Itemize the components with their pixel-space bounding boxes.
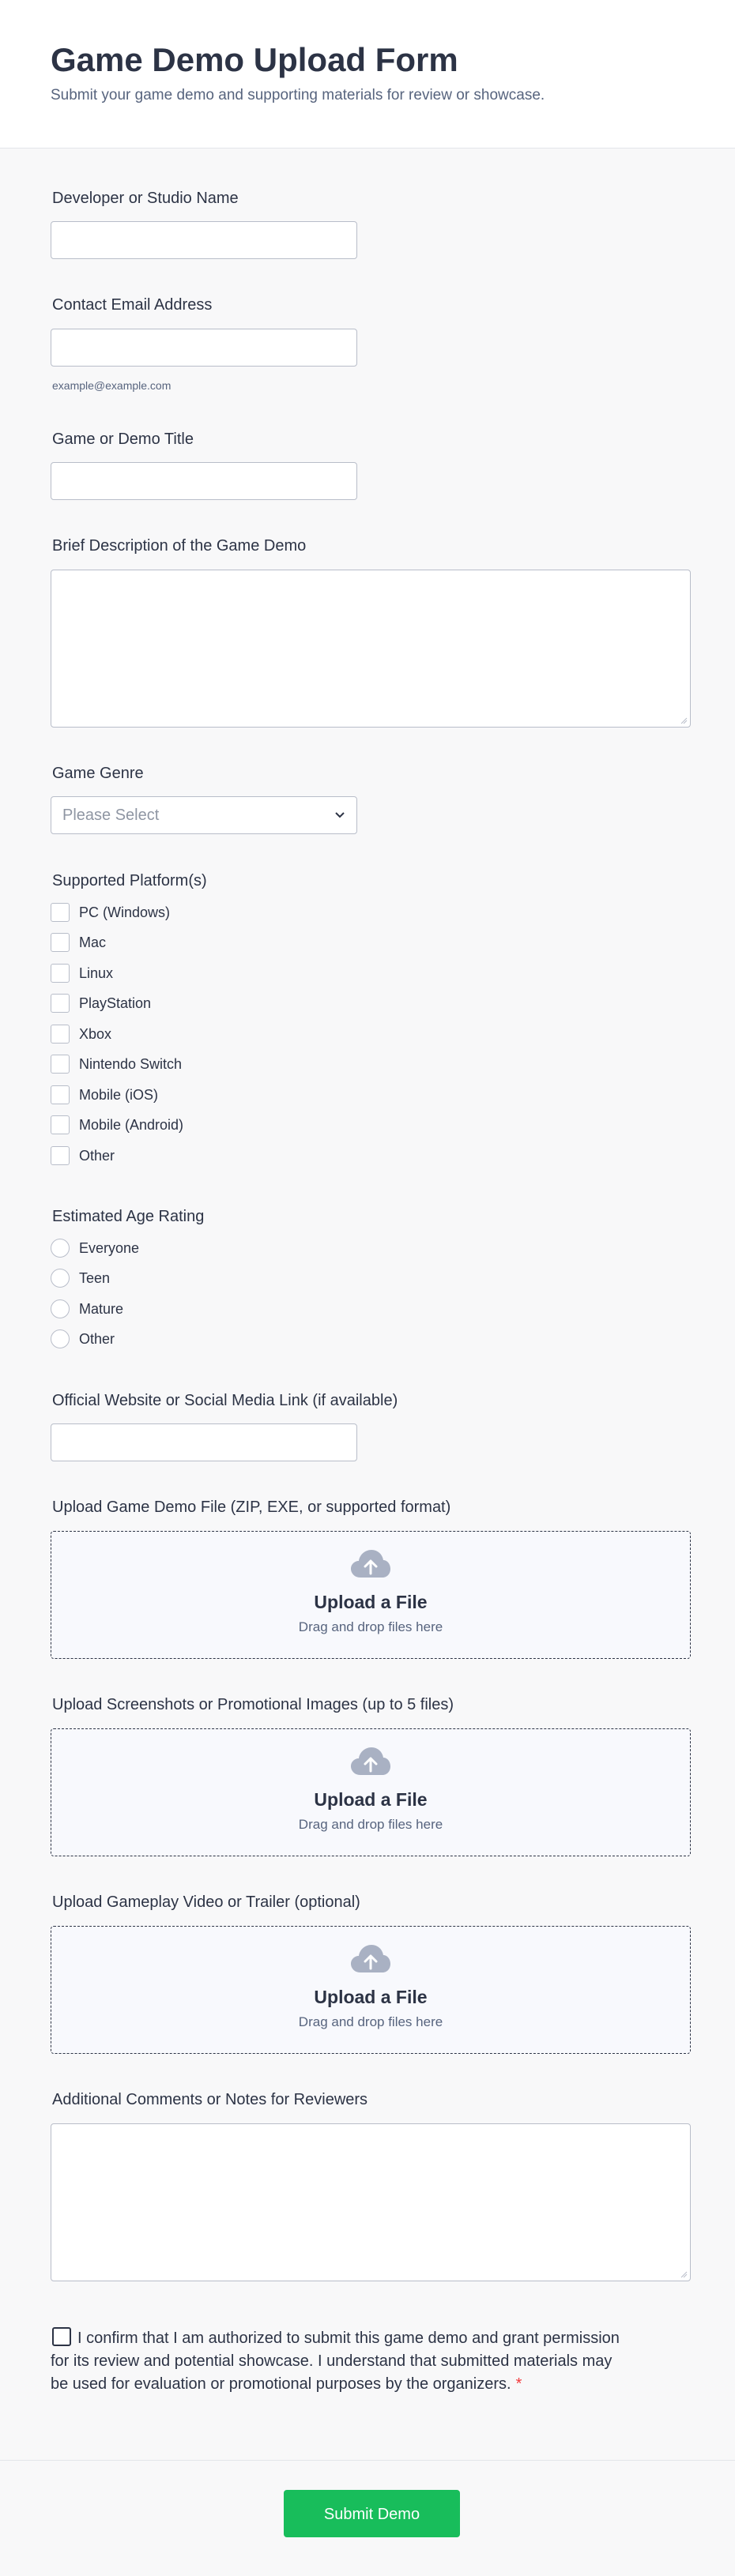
option-label: Nintendo Switch <box>79 1055 183 1072</box>
screenshots-field: Upload Screenshots or Promotional Images… <box>51 1694 691 1856</box>
genre-placeholder: Please Select <box>62 806 160 824</box>
video-label: Upload Gameplay Video or Trailer (option… <box>52 1893 360 1911</box>
option-label: Other <box>79 1330 115 1347</box>
checkbox[interactable] <box>51 994 70 1013</box>
platform-option[interactable]: Mobile (Android) <box>51 1115 183 1135</box>
age-option[interactable]: Teen <box>51 1268 110 1288</box>
platform-option[interactable]: Mobile (iOS) <box>51 1085 158 1105</box>
game-title-label: Game or Demo Title <box>52 431 194 448</box>
developer-label: Developer or Studio Name <box>52 190 239 207</box>
option-label: Teen <box>79 1269 111 1286</box>
video-field: Upload Gameplay Video or Trailer (option… <box>51 1892 691 2054</box>
option-label: Mobile (Android) <box>79 1116 184 1133</box>
checkbox[interactable] <box>51 1146 70 1165</box>
description-field: Brief Description of the Game Demo <box>51 536 691 728</box>
option-label: Xbox <box>79 1025 112 1042</box>
option-label: Other <box>79 1147 115 1164</box>
screenshots-label: Upload Screenshots or Promotional Images… <box>52 1696 454 1713</box>
platforms-label: Supported Platform(s) <box>52 872 207 889</box>
video-dropzone[interactable]: Upload a File Drag and drop files here <box>51 1926 691 2054</box>
email-label: Contact Email Address <box>52 296 213 314</box>
checkbox[interactable] <box>51 1085 70 1104</box>
genre-select[interactable]: Please Select <box>51 796 357 834</box>
checkbox[interactable] <box>51 964 70 983</box>
consent-field: I confirm that I am authorized to submit… <box>51 2327 620 2396</box>
email-sublabel: example@example.com <box>52 379 172 392</box>
platform-option[interactable]: Linux <box>51 963 113 983</box>
comments-textarea[interactable] <box>51 2123 691 2281</box>
resize-grip-icon[interactable] <box>680 2270 688 2278</box>
checkbox[interactable] <box>51 1055 70 1074</box>
upload-subtitle: Drag and drop files here <box>298 2014 443 2029</box>
checkbox[interactable] <box>51 933 70 952</box>
screenshots-dropzone[interactable]: Upload a File Drag and drop files here <box>51 1728 691 1856</box>
platform-option[interactable]: Other <box>51 1145 115 1166</box>
platform-option[interactable]: PlayStation <box>51 993 151 1013</box>
game-title-input[interactable] <box>51 462 357 500</box>
demo-file-field: Upload Game Demo File (ZIP, EXE, or supp… <box>51 1497 691 1659</box>
radio[interactable] <box>51 1299 70 1318</box>
demo-file-dropzone[interactable]: Upload a File Drag and drop files here <box>51 1531 691 1659</box>
email-input[interactable] <box>51 329 357 367</box>
website-input[interactable] <box>51 1423 357 1461</box>
upload-subtitle: Drag and drop files here <box>298 1619 443 1634</box>
checkbox[interactable] <box>51 1025 70 1044</box>
game-title-field: Game or Demo Title <box>51 429 691 500</box>
platform-option[interactable]: Xbox <box>51 1024 111 1044</box>
resize-grip-icon[interactable] <box>680 716 688 724</box>
form-header: Game Demo Upload Form Submit your game d… <box>0 0 735 149</box>
consent-text: I confirm that I am authorized to submit… <box>51 2330 620 2393</box>
checkbox[interactable] <box>51 903 70 922</box>
developer-field: Developer or Studio Name <box>51 188 691 259</box>
cloud-upload-icon <box>351 1945 390 1972</box>
consent-checkbox[interactable] <box>52 2327 71 2346</box>
age-rating-field: Estimated Age Rating Everyone Teen Matur… <box>51 1206 691 1348</box>
email-field: Contact Email Address example@example.co… <box>51 295 691 392</box>
option-label: PC (Windows) <box>79 904 171 920</box>
age-rating-label: Estimated Age Rating <box>52 1208 205 1225</box>
page-subtitle: Submit your game demo and supporting mat… <box>51 87 545 103</box>
platform-option[interactable]: Nintendo Switch <box>51 1054 182 1074</box>
genre-field: Game Genre Please Select <box>51 763 691 834</box>
checkbox[interactable] <box>51 1115 70 1134</box>
comments-field: Additional Comments or Notes for Reviewe… <box>51 2089 691 2281</box>
option-label: PlayStation <box>79 995 152 1011</box>
radio[interactable] <box>51 1269 70 1288</box>
upload-title: Upload a File <box>314 1592 428 1612</box>
required-mark: * <box>515 2375 522 2393</box>
upload-subtitle: Drag and drop files here <box>298 1817 443 1832</box>
genre-label: Game Genre <box>52 765 144 782</box>
submit-button[interactable]: Submit Demo <box>284 2490 460 2537</box>
website-field: Official Website or Social Media Link (i… <box>51 1390 691 1461</box>
option-label: Mobile (iOS) <box>79 1086 159 1103</box>
option-label: Everyone <box>79 1239 140 1256</box>
age-option[interactable]: Other <box>51 1329 115 1349</box>
option-label: Mature <box>79 1300 124 1317</box>
developer-input[interactable] <box>51 221 357 259</box>
cloud-upload-icon <box>351 1747 390 1775</box>
platforms-field: Supported Platform(s) PC (Windows) Mac L… <box>51 871 691 1165</box>
upload-title: Upload a File <box>314 1987 428 2007</box>
platform-option[interactable]: PC (Windows) <box>51 902 170 923</box>
chevron-down-icon <box>335 812 345 818</box>
cloud-upload-icon <box>351 1550 390 1578</box>
option-label: Linux <box>79 965 114 981</box>
age-option[interactable]: Mature <box>51 1299 123 1319</box>
description-label: Brief Description of the Game Demo <box>52 537 307 555</box>
comments-label: Additional Comments or Notes for Reviewe… <box>52 2091 368 2108</box>
radio[interactable] <box>51 1329 70 1348</box>
age-option[interactable]: Everyone <box>51 1238 139 1258</box>
description-textarea[interactable] <box>51 570 691 728</box>
upload-title: Upload a File <box>314 1789 428 1810</box>
radio[interactable] <box>51 1239 70 1258</box>
page-title: Game Demo Upload Form <box>51 41 458 78</box>
platform-option[interactable]: Mac <box>51 932 106 953</box>
option-label: Mac <box>79 934 107 950</box>
website-label: Official Website or Social Media Link (i… <box>52 1392 398 1409</box>
footer-divider <box>0 2460 735 2461</box>
demo-file-label: Upload Game Demo File (ZIP, EXE, or supp… <box>52 1499 451 1516</box>
